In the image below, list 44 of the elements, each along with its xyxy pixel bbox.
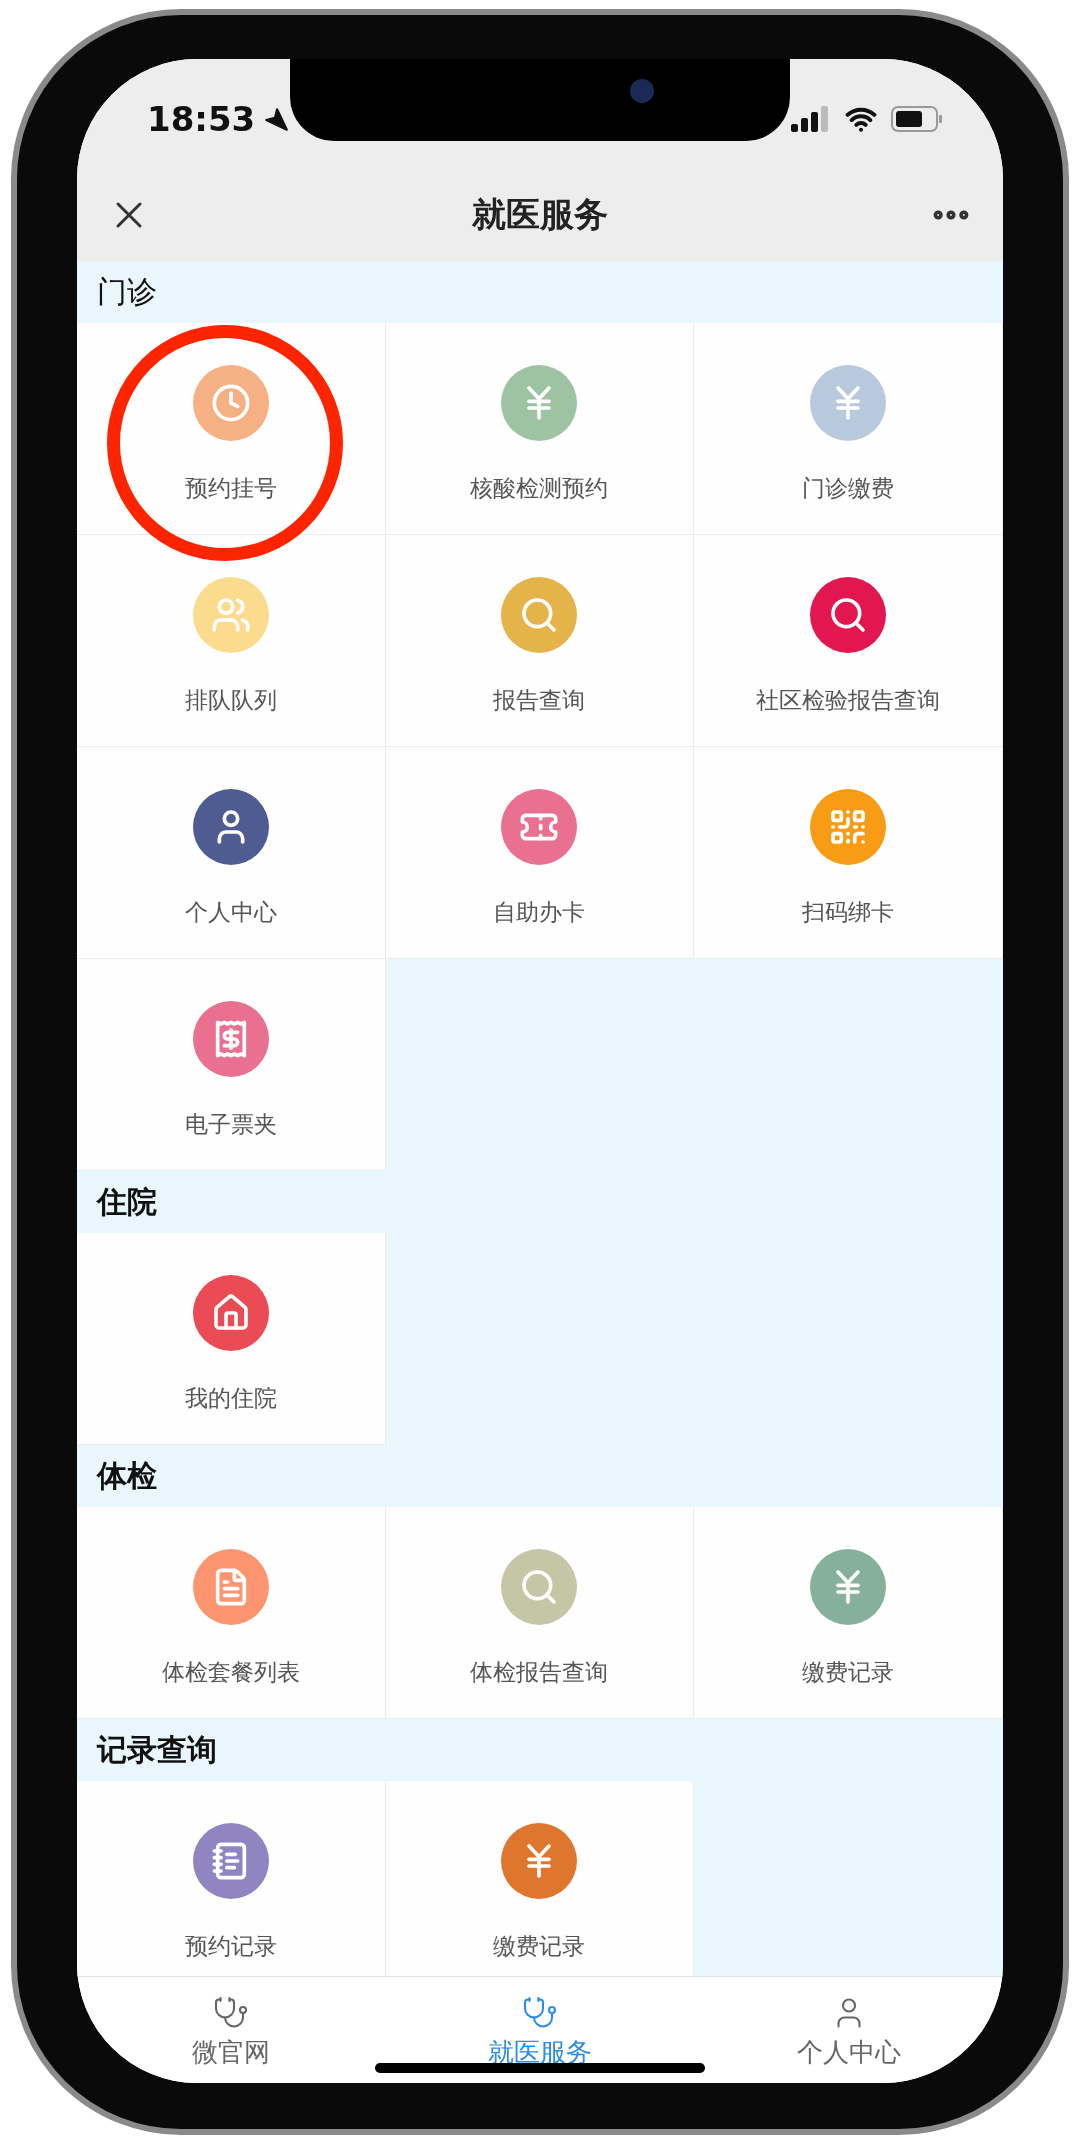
service-tile[interactable]: 体检套餐列表 [77,1507,386,1719]
location-icon [263,106,290,132]
section-title: 体检 [97,1456,157,1495]
tab[interactable]: 个人中心 [694,1977,1003,2083]
service-tile[interactable]: 电子票夹 [77,959,386,1171]
service-tile[interactable]: 排队队列 [77,535,386,747]
service-label: 预约记录 [184,1932,277,1961]
service-tile[interactable]: 门诊缴费 [694,323,1003,535]
page-title: 就医服务 [472,193,608,236]
service-label: 个人中心 [184,898,277,927]
service-label: 电子票夹 [184,1110,277,1139]
service-tile[interactable]: 社区检验报告查询 [694,535,1003,747]
service-tile[interactable]: 核酸检测预约 [385,323,695,535]
service-tile[interactable]: 预约挂号 [77,323,386,535]
service-label: 自助办卡 [493,898,586,927]
service-label: 我的住院 [184,1384,277,1413]
service-label: 核酸检测预约 [470,474,609,503]
service-tile[interactable]: 个人中心 [77,747,386,959]
tab[interactable]: 微官网 [77,1977,386,2083]
section-title: 住院 [97,1182,157,1221]
section-title: 记录查询 [97,1730,217,1769]
service-tile[interactable]: 扫码绑卡 [694,747,1003,959]
signal-icon [791,106,831,132]
service-tile[interactable]: 缴费记录 [385,1781,695,1976]
section-title: 门诊 [97,272,157,311]
service-label: 体检套餐列表 [161,1658,300,1687]
service-label: 预约挂号 [184,474,277,503]
service-tile[interactable]: 体检报告查询 [385,1507,695,1719]
battery-icon [891,106,943,132]
camera-icon [630,79,654,103]
service-tile[interactable]: 报告查询 [385,535,695,747]
status-time: 18:53 [147,99,256,139]
service-label: 缴费记录 [493,1932,586,1961]
service-label: 门诊缴费 [802,474,895,503]
service-label: 排队队列 [184,686,277,715]
service-tile[interactable]: 预约记录 [77,1781,386,1976]
service-label: 缴费记录 [802,1658,895,1687]
service-tile[interactable]: 缴费记录 [694,1507,1003,1719]
service-label: 扫码绑卡 [802,898,895,927]
service-label: 社区检验报告查询 [756,686,941,715]
service-tile[interactable]: 自助办卡 [385,747,695,959]
service-tile[interactable]: 我的住院 [77,1233,386,1445]
service-label: 报告查询 [493,686,586,715]
service-label: 体检报告查询 [470,1658,609,1687]
